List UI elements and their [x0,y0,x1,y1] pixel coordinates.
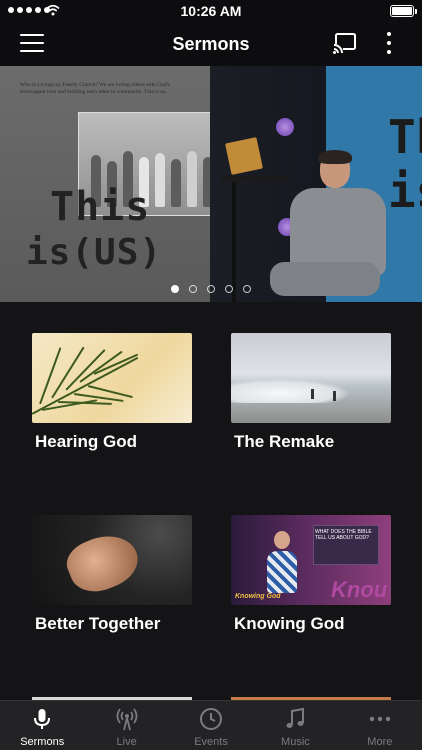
banner-artwork: Who is Livingway Family Church? We are l… [0,66,224,302]
page-title: Sermons [172,34,250,54]
music-note-icon [286,707,305,728]
banner-quote: Who is Livingway Family Church? We are l… [20,82,170,95]
tab-more[interactable]: More [338,701,422,750]
tab-live[interactable]: Live [84,701,168,750]
thumbnail-caption: Knowing God [235,593,281,600]
cast-button[interactable] [333,32,357,54]
sermon-title: The Remake [234,432,335,451]
carousel-dot[interactable] [171,285,179,293]
banner-title-this: This [50,184,151,230]
carousel-page-indicator[interactable] [0,285,422,293]
broadcast-icon [116,708,138,731]
nav-bar: Sermons [0,22,422,66]
tab-label: Music [281,736,310,748]
vertical-ellipsis-icon [387,32,391,36]
more-options-button[interactable] [385,32,393,56]
status-time: 10:26 AM [180,3,242,19]
clock-icon [200,708,223,730]
battery-icon [390,5,417,17]
sermon-title: Knowing God [234,614,345,633]
sermon-title: Hearing God [35,432,138,451]
sermon-card[interactable]: WHAT DOES THE BIBLE TELL US ABOUT GOD? K… [231,515,391,634]
sermon-thumbnail[interactable] [231,333,391,423]
microphone-icon [34,709,51,729]
sermon-card[interactable]: The Remake [231,333,391,452]
tab-sermons[interactable]: Sermons [0,701,84,750]
tab-label: Events [194,736,228,748]
decor-ball [276,118,294,136]
banner-title-is-us: is(US) [26,232,163,273]
tab-label: Live [116,736,137,748]
status-bar: 10:26 AM [0,0,422,22]
sermon-grid: Hearing God The Remake Better Together W… [0,302,422,700]
stage-screen-text: WHAT DOES THE BIBLE TELL US ABOUT GOD? [315,529,372,541]
carousel-dot[interactable] [189,285,197,293]
tab-events[interactable]: Events [169,701,253,750]
stage-screen-text: Th is [388,110,422,218]
stage-backdrop-text: Knou [331,577,388,602]
tab-label: Sermons [20,736,65,748]
sermon-card[interactable]: Hearing God [32,333,192,452]
more-dots-icon [369,716,391,722]
tab-label: More [367,736,393,748]
sermon-thumbnail[interactable]: WHAT DOES THE BIBLE TELL US ABOUT GOD? K… [231,515,391,605]
sermon-thumbnail[interactable] [32,333,192,423]
sermon-title: Better Together [35,614,161,633]
tab-music[interactable]: Music [253,701,337,750]
carousel-dot[interactable] [243,285,251,293]
carousel-dot[interactable] [225,285,233,293]
carousel-dot[interactable] [207,285,215,293]
sermon-card[interactable]: Better Together [32,515,192,634]
featured-banner[interactable]: Who is Livingway Family Church? We are l… [0,66,422,302]
lectern [225,137,263,175]
tab-bar: Sermons Live Events Music More [0,700,422,750]
sermon-thumbnail[interactable] [32,515,192,605]
